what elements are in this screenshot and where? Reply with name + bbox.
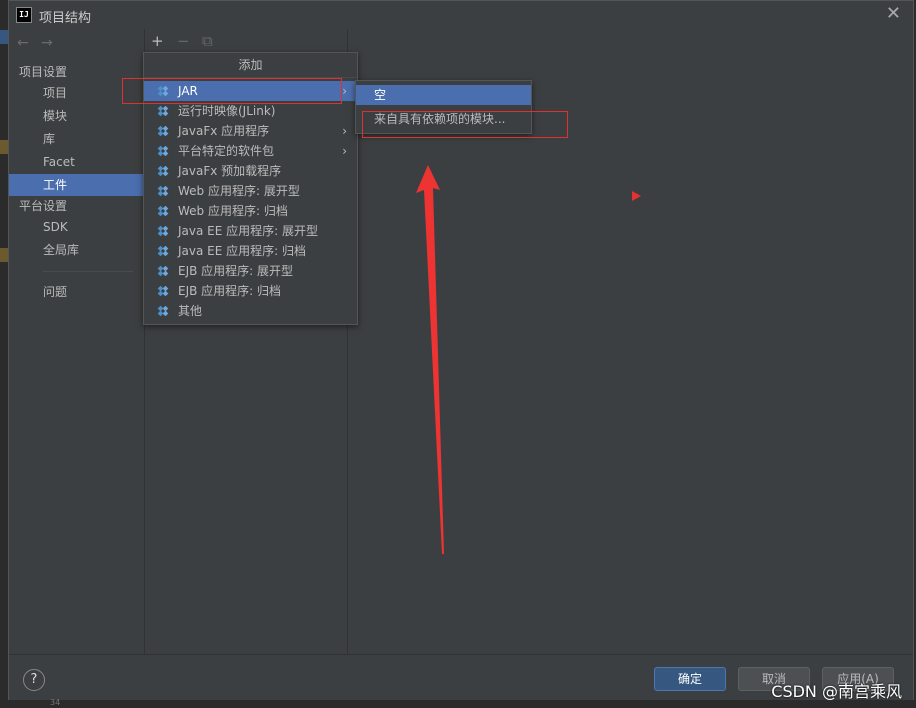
add-icon[interactable]: + (151, 32, 164, 50)
artifact-icon (157, 205, 169, 217)
chevron-right-icon: › (342, 84, 347, 98)
background-strip (0, 0, 8, 708)
menu-item[interactable]: JavaFx 预加载程序 (144, 161, 357, 181)
artifact-icon (157, 225, 169, 237)
menu-item-label: Web 应用程序: 归档 (178, 204, 288, 218)
artifact-icon (157, 245, 169, 257)
menu-item-label: Java EE 应用程序: 归档 (178, 244, 306, 258)
back-arrow-icon[interactable]: ← (17, 35, 29, 51)
menu-item-label: 运行时映像(JLink) (178, 104, 276, 118)
annotation-triangle (632, 191, 641, 201)
menu-item[interactable]: 运行时映像(JLink) (144, 101, 357, 121)
settings-sidebar: ← → 项目设置 项目 模块 库 Facet 工件 平台设置 SDK 全局库 问… (9, 29, 145, 654)
artifact-icon (157, 105, 169, 117)
dialog-title: 项目结构 (39, 11, 92, 26)
artifact-icon (157, 145, 169, 157)
menu-item-label: JavaFx 预加载程序 (178, 164, 282, 178)
menu-item[interactable]: Java EE 应用程序: 归档 (144, 241, 357, 261)
annotation-box-jar (122, 78, 342, 104)
menu-item-label: 其他 (178, 304, 203, 318)
intellij-app-icon: IJ (16, 7, 32, 23)
chevron-right-icon: › (342, 144, 347, 158)
artifact-icon (157, 305, 169, 317)
watermark: CSDN @南宫乘风 (771, 682, 902, 701)
background-text-fragment: 34 (50, 698, 61, 707)
menu-item[interactable]: Web 应用程序: 展开型 (144, 181, 357, 201)
background-accent (0, 140, 8, 154)
artifact-icon (157, 125, 169, 137)
sidebar-item-sdk[interactable]: SDK (9, 216, 144, 238)
artifact-icon (157, 265, 169, 277)
menu-item-label: JavaFx 应用程序 (178, 124, 270, 138)
add-menu-header: 添加 (144, 53, 357, 78)
menu-item[interactable]: Java EE 应用程序: 展开型 (144, 221, 357, 241)
remove-icon[interactable]: − (177, 32, 190, 50)
menu-item[interactable]: JavaFx 应用程序 › (144, 121, 357, 141)
sidebar-item-problems[interactable]: 问题 (9, 281, 144, 303)
help-button[interactable]: ? (23, 669, 45, 691)
close-icon[interactable]: ✕ (886, 4, 901, 24)
copy-icon[interactable]: ⧉ (202, 32, 213, 50)
chevron-right-icon: › (342, 124, 347, 138)
sidebar-item-artifacts[interactable]: 工件 (9, 174, 144, 196)
submenu-item-empty[interactable]: 空 (356, 85, 531, 105)
menu-item[interactable]: EJB 应用程序: 归档 (144, 281, 357, 301)
annotation-arrow (416, 165, 444, 554)
menu-item-label: EJB 应用程序: 归档 (178, 284, 282, 298)
annotation-box-from-modules (362, 111, 568, 138)
sidebar-heading-platform-settings: 平台设置 (19, 199, 68, 213)
forward-arrow-icon[interactable]: → (41, 35, 53, 51)
ok-button[interactable]: 确定 (654, 667, 726, 691)
artifact-icon (157, 285, 169, 297)
artifact-icon (157, 185, 169, 197)
menu-item-label: Java EE 应用程序: 展开型 (178, 224, 318, 238)
menu-item-label: 平台特定的软件包 (178, 144, 275, 158)
background-accent (0, 248, 8, 262)
background-bottom-strip: 34 (0, 698, 916, 708)
menu-item[interactable]: 其他 (144, 301, 357, 321)
menu-item-label: EJB 应用程序: 展开型 (178, 264, 294, 278)
background-accent (0, 30, 8, 44)
menu-item-label: Web 应用程序: 展开型 (178, 184, 300, 198)
sidebar-item-facets[interactable]: Facet (9, 151, 144, 173)
artifact-icon (157, 165, 169, 177)
menu-item[interactable]: 平台特定的软件包 › (144, 141, 357, 161)
sidebar-item-global-libraries[interactable]: 全局库 (9, 239, 144, 261)
title-bar: IJ 项目结构 ✕ (9, 1, 913, 29)
menu-item[interactable]: Web 应用程序: 归档 (144, 201, 357, 221)
sidebar-divider (43, 271, 133, 272)
sidebar-item-modules[interactable]: 模块 (9, 105, 144, 127)
menu-item[interactable]: EJB 应用程序: 展开型 (144, 261, 357, 281)
sidebar-item-libraries[interactable]: 库 (9, 128, 144, 150)
